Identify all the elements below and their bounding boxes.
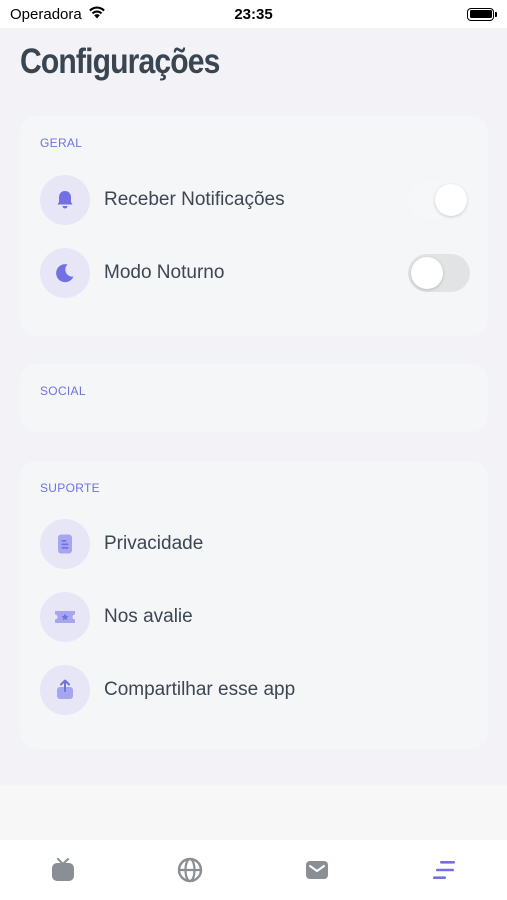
rate-row[interactable]: Nos avalie [40, 592, 470, 642]
rate-label: Nos avalie [104, 606, 193, 627]
menu-icon [430, 856, 458, 889]
social-section-header: SOCIAL [40, 384, 86, 398]
notifications-label: Receber Notificações [104, 189, 285, 210]
tab-menu[interactable] [412, 856, 476, 889]
settings-content[interactable]: Configurações GERAL Receber Notificações… [0, 28, 507, 785]
globe-icon [176, 856, 204, 889]
general-section-card: GERAL Receber Notificações Modo Noturno [20, 116, 488, 336]
tab-bar [0, 840, 507, 900]
social-section-card: SOCIAL [20, 364, 488, 432]
ticket-star-icon [40, 592, 90, 642]
share-icon [40, 665, 90, 715]
dark-mode-toggle[interactable] [408, 254, 470, 292]
tab-globe[interactable] [158, 856, 222, 889]
dark-mode-label: Modo Noturno [104, 262, 225, 283]
general-section-header: GERAL [40, 136, 83, 150]
privacy-label: Privacidade [104, 533, 204, 554]
bell-icon [40, 175, 90, 225]
tab-mail[interactable] [285, 856, 349, 889]
status-bar: Operadora 23:35 [0, 0, 507, 28]
wifi-icon [88, 5, 106, 23]
moon-icon [40, 248, 90, 298]
carrier-label: Operadora [10, 5, 82, 23]
mail-icon [303, 856, 331, 889]
tv-icon [49, 856, 77, 889]
page-title: Configurações [20, 42, 220, 81]
tab-tv[interactable] [31, 856, 95, 889]
share-label: Compartilhar esse app [104, 679, 296, 700]
battery-icon [467, 7, 497, 21]
document-icon [40, 519, 90, 569]
bottom-spacer [0, 785, 507, 840]
privacy-row[interactable]: Privacidade [40, 519, 470, 569]
share-row[interactable]: Compartilhar esse app [40, 665, 470, 715]
status-left: Operadora [10, 5, 106, 23]
support-section-header: SUPORTE [40, 481, 100, 495]
notifications-row[interactable]: Receber Notificações [40, 175, 470, 225]
notifications-toggle[interactable] [408, 181, 470, 219]
dark-mode-row[interactable]: Modo Noturno [40, 248, 470, 298]
support-section-card: SUPORTE Privacidade Nos avalie Compartil… [20, 461, 488, 749]
